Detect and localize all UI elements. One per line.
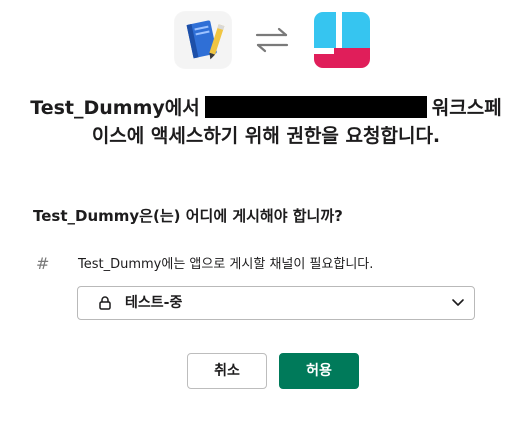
notebook-app-icon: [175, 12, 231, 68]
slack-workspace-icon: [314, 12, 370, 68]
channel-select[interactable]: 테스트-중: [77, 286, 475, 320]
channel-hint: # Test_Dummy에는 앱으로 게시할 채널이 필요합니다.: [0, 254, 532, 276]
app-icons-header: [0, 12, 532, 68]
title-app-name: Test_Dummy에서: [30, 97, 200, 119]
post-location-question: Test_Dummy은(는) 어디에 게시해야 합니까?: [33, 207, 343, 225]
chevron-down-icon: [452, 299, 464, 306]
title-workspace-suffix: 워크스페: [431, 97, 502, 119]
lock-icon: [99, 296, 111, 310]
allow-button[interactable]: 허용: [279, 353, 359, 389]
cancel-button[interactable]: 취소: [187, 353, 267, 389]
redacted-workspace-name: [204, 96, 427, 118]
hash-icon: #: [36, 254, 50, 273]
swap-arrows-icon: [252, 26, 292, 54]
title-line-2: 이스에 액세스하기 위해 권한을 요청합니다.: [91, 125, 441, 147]
page-title: Test_Dummy에서 워크스페 이스에 액세스하기 위해 권한을 요청합니다.: [0, 94, 532, 150]
selected-channel: 테스트-중: [125, 295, 183, 311]
channel-hint-text: Test_Dummy에는 앱으로 게시할 채널이 필요합니다.: [78, 257, 374, 272]
